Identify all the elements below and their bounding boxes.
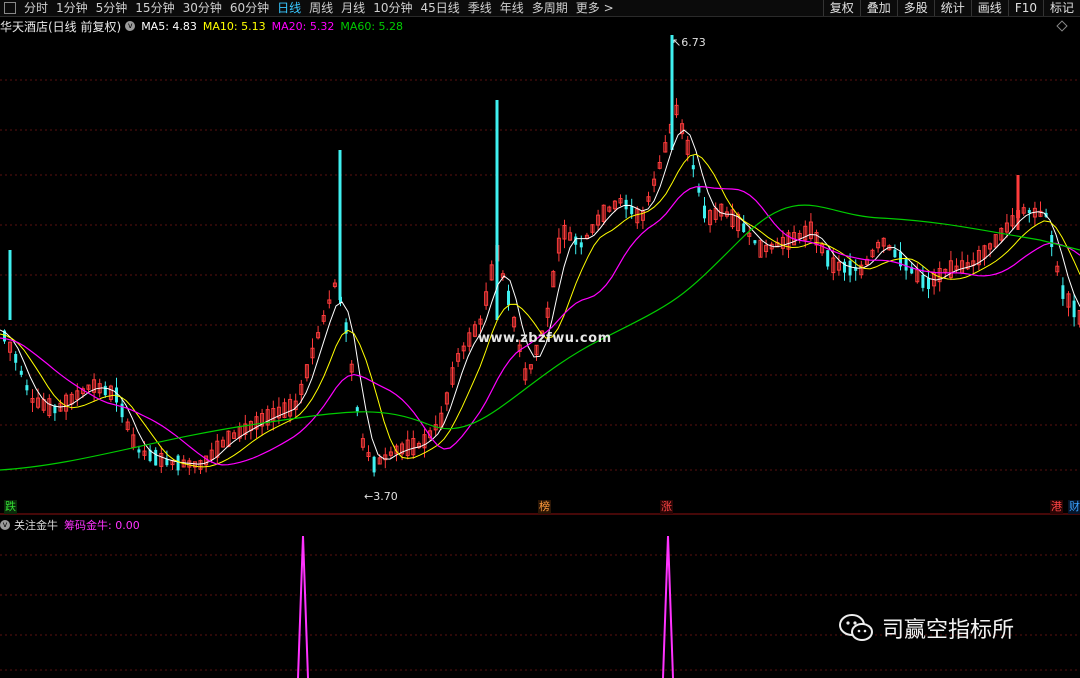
candle-body-down — [25, 385, 29, 391]
toolbar-right-buttons: 复权 叠加 多股 统计 画线 F10 标记 — [822, 0, 1080, 16]
tab-5min[interactable]: 5分钟 — [92, 0, 132, 16]
candle-body-down — [176, 455, 180, 471]
wechat-watermark: 司赢空指标所 — [838, 612, 1014, 644]
candle-body-down — [103, 385, 107, 396]
tab-daily[interactable]: 日线 — [273, 0, 305, 16]
ma5-line — [0, 129, 1080, 465]
candle-body-down — [14, 354, 18, 363]
candle-body-down — [904, 258, 908, 271]
tab-weekly[interactable]: 周线 — [305, 0, 337, 16]
candle-body-down — [115, 387, 118, 403]
tab-multi-period[interactable]: 多周期 — [528, 0, 572, 16]
tab-30min[interactable]: 30分钟 — [179, 0, 226, 16]
tab-60min[interactable]: 60分钟 — [226, 0, 273, 16]
candle-body-down — [921, 274, 925, 288]
indicator-legend: v 关注金牛 筹码金牛: 0.00 — [0, 518, 140, 532]
candle-body-down — [893, 249, 897, 258]
low-price-label: ←3.70 — [364, 490, 398, 503]
candle-body-down — [120, 403, 124, 418]
low-price-value: 3.70 — [373, 490, 398, 503]
candle-body-down — [742, 223, 746, 233]
tab-quarterly[interactable]: 季线 — [464, 0, 496, 16]
multi-stock-button[interactable]: 多股 — [896, 0, 934, 16]
f10-button[interactable]: F10 — [1007, 0, 1043, 16]
tab-fenshi[interactable]: 分时 — [20, 0, 52, 16]
ma10-line — [0, 153, 1080, 468]
event-tag-list[interactable]: 榜 — [538, 500, 551, 514]
candle-body-down — [1061, 285, 1065, 299]
tab-45day[interactable]: 45日线 — [416, 0, 463, 16]
chevron-down-icon[interactable]: v — [125, 21, 136, 31]
candle-body-down — [691, 165, 695, 170]
candle-body-down — [848, 260, 852, 276]
ma10-value: MA10: 5.13 — [202, 19, 266, 33]
candle-body-down — [1027, 210, 1031, 214]
candle-body-down — [19, 370, 23, 375]
candle-body-down — [579, 242, 583, 248]
candle-body-down — [703, 205, 706, 219]
candle-body-down — [624, 199, 628, 210]
overlay-button[interactable]: 叠加 — [859, 0, 897, 16]
candle-body-down — [355, 407, 359, 412]
chevron-down-icon[interactable]: v — [0, 520, 10, 530]
indicator-spike — [662, 535, 674, 678]
tab-more-label: 更多 — [575, 1, 600, 15]
candle-body-down — [826, 250, 830, 267]
draw-line-button[interactable]: 画线 — [970, 0, 1008, 16]
ma20-line — [0, 185, 1080, 466]
event-tag-hk[interactable]: 港 — [1050, 500, 1063, 514]
indicator-spike — [297, 535, 309, 678]
tab-more[interactable]: 更多 > — [572, 0, 618, 16]
ma20-value: MA20: 5.32 — [271, 19, 335, 33]
candle-body-down — [630, 206, 634, 215]
candle-body-down — [154, 449, 158, 466]
indicator-value: 筹码金牛: 0.00 — [64, 519, 140, 532]
candle-body-down — [507, 290, 510, 306]
candle-body-down — [697, 186, 701, 193]
event-tag-finance[interactable]: 财 — [1068, 500, 1080, 514]
indicator-name: 关注金牛 — [14, 519, 58, 532]
mark-button[interactable]: 标记 — [1042, 0, 1080, 16]
ma60-value: MA60: 5.28 — [340, 19, 404, 33]
candle-body-down — [372, 456, 376, 473]
candle-body-down — [1072, 300, 1076, 318]
tab-yearly[interactable]: 年线 — [496, 0, 528, 16]
ma5-value: MA5: 4.83 — [141, 19, 197, 33]
stock-title: 华天酒店(日线 前复权) — [0, 19, 122, 34]
candle-body-down — [1050, 235, 1054, 247]
tab-10min[interactable]: 10分钟 — [369, 0, 416, 16]
panel-toggle-icon[interactable] — [4, 2, 16, 14]
candle-body-down — [753, 240, 757, 244]
tab-15min[interactable]: 15分钟 — [131, 0, 178, 16]
statistics-button[interactable]: 统计 — [933, 0, 971, 16]
event-tag-down[interactable]: 跌 — [4, 500, 17, 514]
chevron-right-icon: > — [603, 1, 614, 15]
ma-legend: 华天酒店(日线 前复权) v MA5: 4.83 MA10: 5.13 MA20… — [0, 18, 409, 34]
wechat-account-name: 司赢空指标所 — [882, 618, 1015, 643]
wechat-icon — [839, 614, 873, 641]
adjust-button[interactable]: 复权 — [822, 0, 860, 16]
tab-monthly[interactable]: 月线 — [337, 0, 369, 16]
period-toolbar: 分时 1分钟 5分钟 15分钟 30分钟 60分钟 日线 周线 月线 10分钟 … — [0, 0, 1080, 17]
tab-1min[interactable]: 1分钟 — [52, 0, 92, 16]
high-price-value: 6.73 — [681, 36, 706, 49]
candle-body-down — [927, 277, 930, 290]
watermark: www.zbzfwu.com — [478, 331, 612, 346]
event-tag-up[interactable]: 涨 — [660, 500, 673, 514]
candle-body-down — [137, 449, 141, 453]
high-price-label: ↖6.73 — [672, 36, 706, 49]
